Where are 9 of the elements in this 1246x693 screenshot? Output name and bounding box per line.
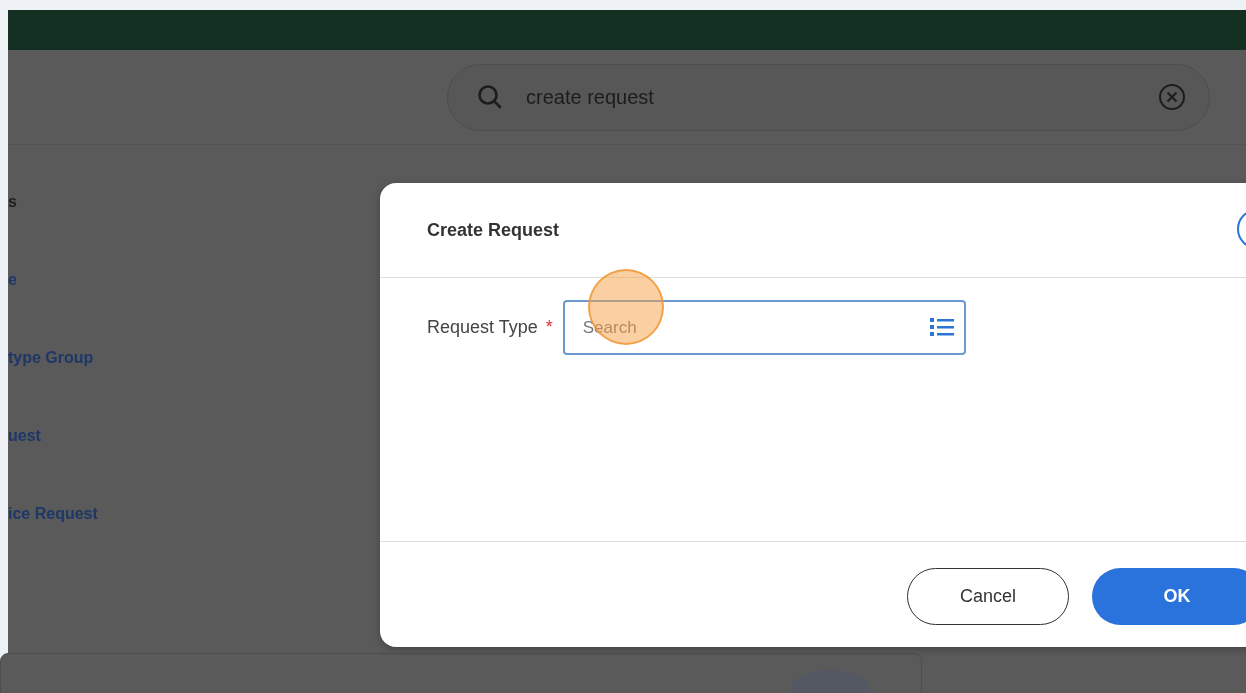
global-search-field[interactable]: create request [447, 63, 1210, 131]
dialog-title: Create Request [427, 219, 560, 241]
required-mark: * [545, 317, 553, 337]
ok-button[interactable]: OK [1092, 568, 1246, 625]
search-icon [477, 83, 503, 110]
clear-icon[interactable] [1158, 82, 1186, 111]
field-label: Request Type [427, 316, 538, 339]
cancel-button[interactable]: Cancel [907, 568, 1069, 625]
list-icon[interactable] [929, 317, 954, 337]
